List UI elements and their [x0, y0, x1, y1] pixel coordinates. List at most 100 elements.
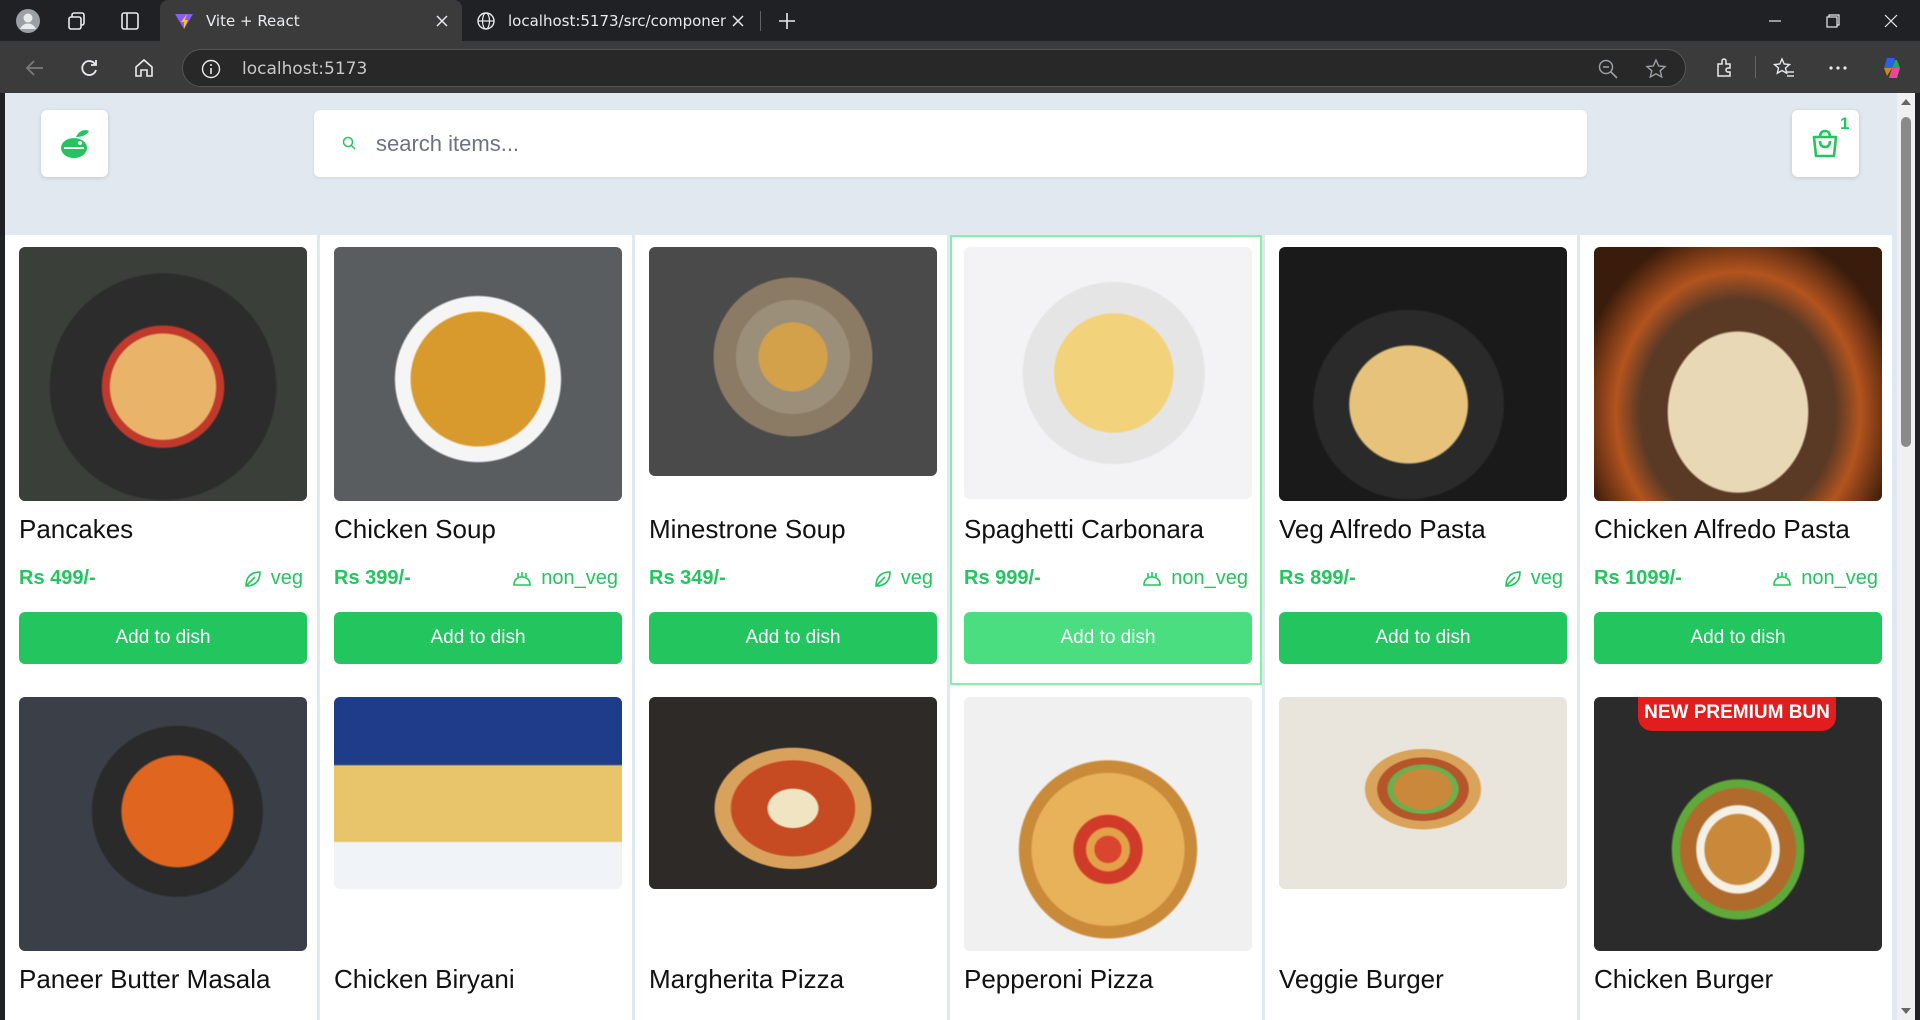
diet-label: non_veg: [1801, 567, 1878, 589]
diet-label: veg: [270, 567, 303, 589]
spaghetti-carbonara-image: [964, 247, 1252, 499]
tab-title: localhost:5173/src/components/C: [508, 11, 726, 30]
diet-label: non_veg: [1171, 567, 1248, 589]
add-to-dish-button[interactable]: Add to dish: [19, 612, 307, 664]
logo-button[interactable]: [41, 110, 108, 177]
pepperoni-pizza-image: [964, 697, 1252, 951]
menu-card: Spaghetti Carbonara Rs 999/- non_veg Add…: [950, 235, 1262, 685]
favorites-icon[interactable]: [1769, 53, 1799, 83]
zoom-icon[interactable]: [1597, 58, 1619, 80]
globe-icon: [476, 11, 496, 31]
chicken-burger-image: NEW PREMIUM BUN: [1594, 697, 1882, 951]
menu-card: Veg Alfredo Pasta Rs 899/- veg Add to di…: [1265, 235, 1577, 685]
diet-tag: non_veg: [1771, 567, 1878, 590]
menu-card: Pancakes Rs 499/- veg Add to dish: [5, 235, 317, 685]
add-to-dish-button[interactable]: Add to dish: [964, 612, 1252, 664]
restore-icon[interactable]: [1808, 0, 1858, 41]
search-input[interactable]: [376, 126, 1556, 162]
add-to-dish-button[interactable]: Add to dish: [1279, 612, 1567, 664]
more-icon[interactable]: [1823, 53, 1853, 83]
diet-tag: non_veg: [1141, 567, 1248, 590]
info-icon[interactable]: [201, 59, 221, 79]
search-icon: [342, 136, 356, 150]
menu-card: Veggie Burger: [1265, 685, 1577, 1020]
tab-actions-icon[interactable]: [116, 7, 144, 35]
diet-label: veg: [900, 567, 933, 589]
item-name: Veggie Burger: [1279, 964, 1444, 994]
item-price: Rs 499/-: [19, 567, 96, 589]
profile-icon[interactable]: [14, 7, 42, 35]
leaf-icon: [1504, 570, 1521, 587]
favorite-star-icon[interactable]: [1645, 58, 1667, 80]
menu-card: Margherita Pizza: [635, 685, 947, 1020]
scroll-up-icon[interactable]: [1901, 99, 1911, 105]
window-edge: [1915, 93, 1920, 1020]
diet-tag: veg: [243, 567, 303, 590]
margherita-pizza-image: [649, 697, 937, 889]
window-close-icon[interactable]: [1866, 0, 1916, 41]
tab-localhost-components[interactable]: localhost:5173/src/components/C: [462, 0, 758, 41]
item-name: Veg Alfredo Pasta: [1279, 514, 1486, 544]
menu-card: Chicken Alfredo Pasta Rs 1099/- non_veg …: [1580, 235, 1892, 685]
workspaces-icon[interactable]: [63, 7, 91, 35]
item-name: Chicken Biryani: [334, 964, 515, 994]
chicken-alfredo-pasta-image: [1594, 247, 1882, 501]
close-icon[interactable]: [726, 9, 750, 33]
add-to-dish-button[interactable]: Add to dish: [334, 612, 622, 664]
add-to-dish-button[interactable]: Add to dish: [649, 612, 937, 664]
page-scrollbar[interactable]: [1897, 93, 1915, 1020]
tab-separator: [760, 11, 761, 31]
item-price: Rs 399/-: [334, 567, 411, 589]
close-icon[interactable]: [430, 9, 454, 33]
image-banner: NEW PREMIUM BUN: [1638, 697, 1836, 731]
item-name: Minestrone Soup: [649, 514, 846, 544]
new-tab-icon[interactable]: [772, 7, 802, 35]
diet-label: non_veg: [541, 567, 618, 589]
url-text: localhost:5173: [242, 59, 368, 79]
tab-title: Vite + React: [206, 11, 300, 30]
scroll-down-icon[interactable]: [1901, 1008, 1911, 1014]
browser-toolbar: localhost:5173: [0, 41, 1920, 93]
item-price: Rs 1099/-: [1594, 567, 1682, 589]
cart-button[interactable]: 1: [1792, 110, 1859, 177]
chicken-icon: [513, 571, 532, 586]
item-name: Spaghetti Carbonara: [964, 514, 1204, 544]
veg-alfredo-pasta-image: [1279, 247, 1567, 501]
item-price: Rs 899/-: [1279, 567, 1356, 589]
extensions-icon[interactable]: [1710, 53, 1740, 83]
page: 1 Pancakes Rs 499/- veg Add to dish Chic…: [5, 93, 1897, 1020]
menu-card: Pepperoni Pizza: [950, 685, 1262, 1020]
add-to-dish-button[interactable]: Add to dish: [1594, 612, 1882, 664]
item-price: Rs 999/-: [964, 567, 1041, 589]
cart-icon: [1812, 129, 1838, 158]
diet-tag: veg: [873, 567, 933, 590]
menu-card: Minestrone Soup Rs 349/- veg Add to dish: [635, 235, 947, 685]
item-name: Pepperoni Pizza: [964, 964, 1154, 994]
chicken-icon: [1773, 571, 1792, 586]
chicken-soup-image: [334, 247, 622, 501]
browser-tab-bar: Vite + React localhost:5173/src/componen…: [0, 0, 1920, 41]
leaf-icon: [244, 570, 261, 587]
item-name: Chicken Burger: [1594, 964, 1774, 994]
home-icon[interactable]: [129, 53, 159, 83]
veggie-burger-image: [1279, 697, 1567, 889]
reload-icon[interactable]: [74, 53, 104, 83]
item-name: Margherita Pizza: [649, 964, 845, 994]
menu-card: Chicken Soup Rs 399/- non_veg Add to dis…: [320, 235, 632, 685]
diet-label: veg: [1530, 567, 1563, 589]
address-bar[interactable]: localhost:5173: [182, 49, 1686, 87]
toolbar-separator: [1755, 56, 1756, 78]
back-icon[interactable]: [20, 53, 50, 83]
chicken-biryani-image: [334, 697, 622, 889]
copilot-icon[interactable]: [1877, 53, 1907, 83]
tab-vite-react[interactable]: Vite + React: [160, 0, 462, 41]
menu-card: NEW PREMIUM BUN Chicken Burger: [1580, 685, 1892, 1020]
item-name: Pancakes: [19, 514, 134, 544]
minimize-icon[interactable]: [1750, 0, 1800, 41]
pancakes-image: [19, 247, 307, 501]
leaf-icon: [874, 570, 891, 587]
chicken-icon: [1143, 571, 1162, 586]
scrollbar-thumb[interactable]: [1901, 117, 1911, 447]
item-name: Paneer Butter Masala: [19, 964, 271, 994]
diet-tag: non_veg: [511, 567, 618, 590]
